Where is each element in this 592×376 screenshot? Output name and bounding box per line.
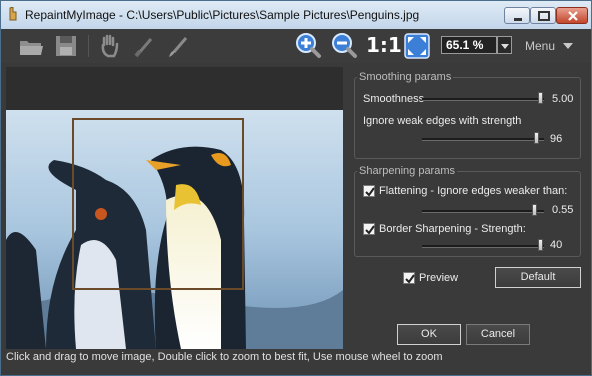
flattening-slider-thumb[interactable]	[532, 204, 537, 216]
border-sharpening-checkbox[interactable]	[363, 223, 375, 235]
zoom-dropdown-button[interactable]	[497, 36, 512, 54]
status-bar-text: Click and drag to move image, Double cli…	[6, 351, 443, 363]
flattening-checkbox[interactable]	[363, 185, 375, 197]
eraser-brush-icon[interactable]	[165, 31, 191, 61]
title-bar[interactable]: RepaintMyImage - C:\Users\Public\Picture…	[1, 1, 591, 29]
chevron-down-icon	[501, 44, 509, 49]
minimize-icon	[514, 18, 522, 21]
cancel-button[interactable]: Cancel	[466, 324, 530, 345]
zoom-in-icon[interactable]	[293, 31, 323, 61]
minimize-button[interactable]	[504, 7, 530, 24]
ignore-weak-edges-label: Ignore weak edges with strength	[363, 115, 522, 127]
main-window: RepaintMyImage - C:\Users\Public\Picture…	[0, 0, 592, 376]
brush-icon[interactable]	[131, 31, 157, 61]
ok-button[interactable]: OK	[397, 324, 461, 345]
border-sharpening-label: Border Sharpening - Strength:	[379, 223, 526, 235]
ignore-weak-edges-slider-track[interactable]	[422, 138, 544, 141]
maximize-icon	[538, 11, 550, 21]
close-icon	[568, 11, 578, 21]
flattening-slider-track[interactable]	[422, 210, 544, 213]
zoom-level-field[interactable]: 65.1 %	[441, 36, 497, 54]
toolbar-separator	[88, 35, 89, 57]
toolbar: 1:1 65.1 % Menu	[1, 29, 591, 63]
flattening-value: 0.55	[552, 204, 574, 216]
open-folder-icon[interactable]	[17, 31, 45, 61]
ignore-weak-edges-slider-thumb[interactable]	[534, 132, 539, 144]
border-sharpening-slider-track[interactable]	[422, 245, 544, 248]
image-canvas[interactable]	[6, 67, 343, 349]
preview-label: Preview	[419, 272, 459, 284]
smoothness-value: 5.00	[552, 93, 574, 105]
checkmark-icon	[405, 274, 415, 284]
menu-button[interactable]: Menu	[525, 39, 555, 53]
app-icon	[9, 7, 17, 21]
navigator-selection-rect[interactable]	[72, 118, 244, 290]
zoom-out-icon[interactable]	[329, 31, 359, 61]
default-button[interactable]: Default	[495, 267, 581, 288]
menu-arrow-icon[interactable]	[562, 41, 574, 51]
flattening-label: Flattening - Ignore edges weaker than:	[379, 185, 568, 197]
smoothness-label: Smoothness	[363, 93, 425, 105]
fit-to-window-icon[interactable]	[402, 31, 432, 61]
smoothness-slider-track[interactable]	[422, 98, 544, 101]
save-icon[interactable]	[53, 31, 79, 61]
border-sharpening-slider-thumb[interactable]	[538, 239, 543, 251]
maximize-button[interactable]	[530, 7, 556, 24]
ignore-weak-edges-value: 96	[550, 133, 563, 145]
preview-checkbox[interactable]	[403, 272, 415, 284]
smoothing-group-title: Smoothing params	[357, 71, 454, 83]
checkmark-icon	[365, 187, 375, 197]
window-title: RepaintMyImage - C:\Users\Public\Picture…	[25, 8, 420, 22]
border-sharpening-value: 40	[550, 239, 563, 251]
actual-size-button[interactable]: 1:1	[366, 33, 402, 57]
checkmark-icon	[365, 225, 375, 235]
smoothness-slider-thumb[interactable]	[538, 92, 543, 104]
close-button[interactable]	[556, 7, 588, 24]
hand-pan-icon[interactable]	[97, 31, 123, 61]
sharpening-group-title: Sharpening params	[357, 165, 458, 177]
